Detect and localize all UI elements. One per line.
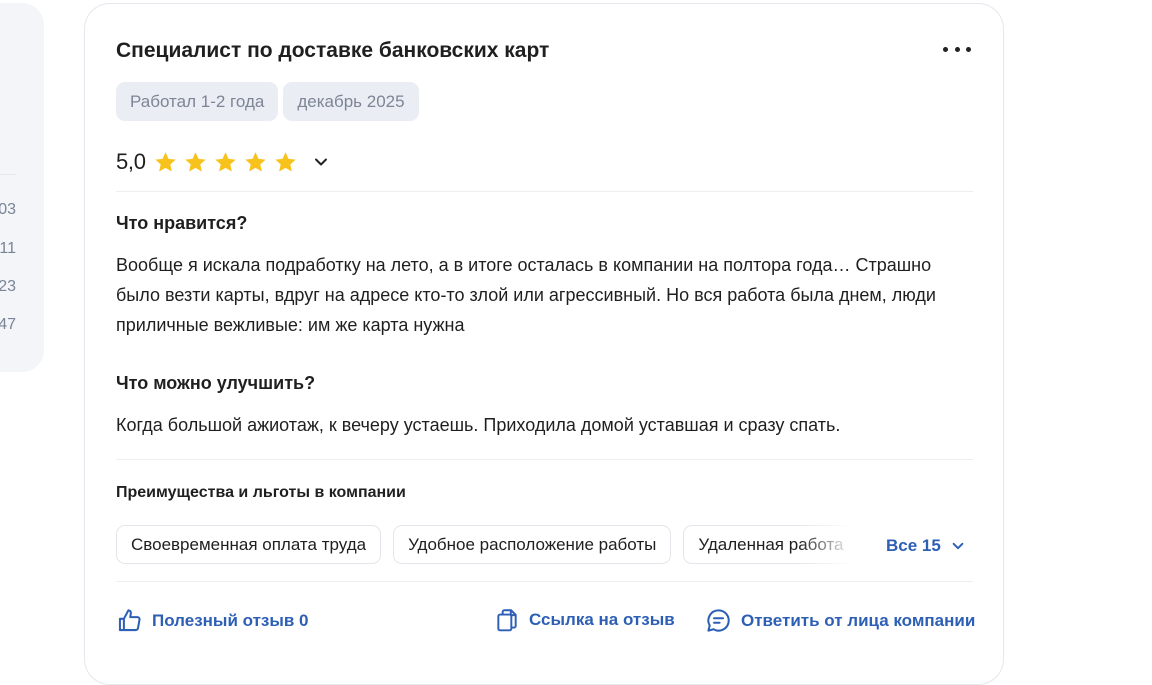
benefits-list: Своевременная оплата труда Удобное распо… <box>116 525 856 565</box>
star-icon <box>274 151 296 171</box>
rating-expand-button[interactable] <box>312 153 330 171</box>
star-icon <box>154 151 176 171</box>
rating-row: 5,0 <box>116 149 330 175</box>
copy-link-label: Ссылка на отзыв <box>529 610 675 629</box>
review-title: Специалист по доставке банковских карт <box>116 39 550 62</box>
divider <box>116 191 973 192</box>
sidebar-divider <box>0 174 16 175</box>
benefits-all-button[interactable]: Все 15 <box>886 536 965 556</box>
star-icon <box>244 151 266 171</box>
benefits-all-label: Все 15 <box>886 536 941 555</box>
star-icon <box>214 151 236 171</box>
benefits-title: Преимущества и льготы в компании <box>116 484 406 501</box>
likes-title: Что нравится? <box>116 213 248 233</box>
tag-experience: Работал 1-2 года <box>116 82 279 121</box>
rating-stars <box>153 150 298 175</box>
divider <box>116 459 973 460</box>
star-icon <box>184 151 206 171</box>
sidebar-number: 47 <box>0 316 16 333</box>
reply-chat-icon <box>707 609 730 632</box>
improve-title: Что можно улучшить? <box>116 373 316 393</box>
benefit-chip[interactable]: Своевременная оплата труда <box>116 525 382 564</box>
chevron-down-icon <box>952 542 964 550</box>
useful-label: Полезный отзыв 0 <box>152 610 309 630</box>
useful-button[interactable]: Полезный отзыв 0 <box>116 607 309 634</box>
reply-button[interactable]: Ответить от лица компании <box>705 607 975 634</box>
divider <box>116 581 973 582</box>
rating-value: 5,0 <box>116 149 146 174</box>
likes-text: Вообще я искала подработку на лето, а в … <box>116 255 936 335</box>
tag-date: декабрь 2025 <box>283 82 419 121</box>
reply-label: Ответить от лица компании <box>741 610 976 630</box>
copy-link-button[interactable]: Ссылка на отзыв <box>494 607 675 633</box>
thumbs-up-icon <box>118 609 141 632</box>
improve-text: Когда большой ажиотаж, к вечеру устаешь.… <box>116 415 841 435</box>
sidebar-number: 03 <box>0 201 16 218</box>
copy-link-icon <box>497 609 517 632</box>
sidebar-number: 23 <box>0 278 16 295</box>
chevron-down-icon <box>314 158 327 166</box>
benefits-fade <box>800 525 870 565</box>
more-icon[interactable] <box>943 38 971 60</box>
sidebar-number: 11 <box>0 240 16 257</box>
benefit-chip[interactable]: Удобное расположение работы <box>393 525 672 564</box>
review-card: Специалист по доставке банковских карт Р… <box>84 3 1004 685</box>
review-tags: Работал 1-2 года декабрь 2025 <box>116 82 419 121</box>
